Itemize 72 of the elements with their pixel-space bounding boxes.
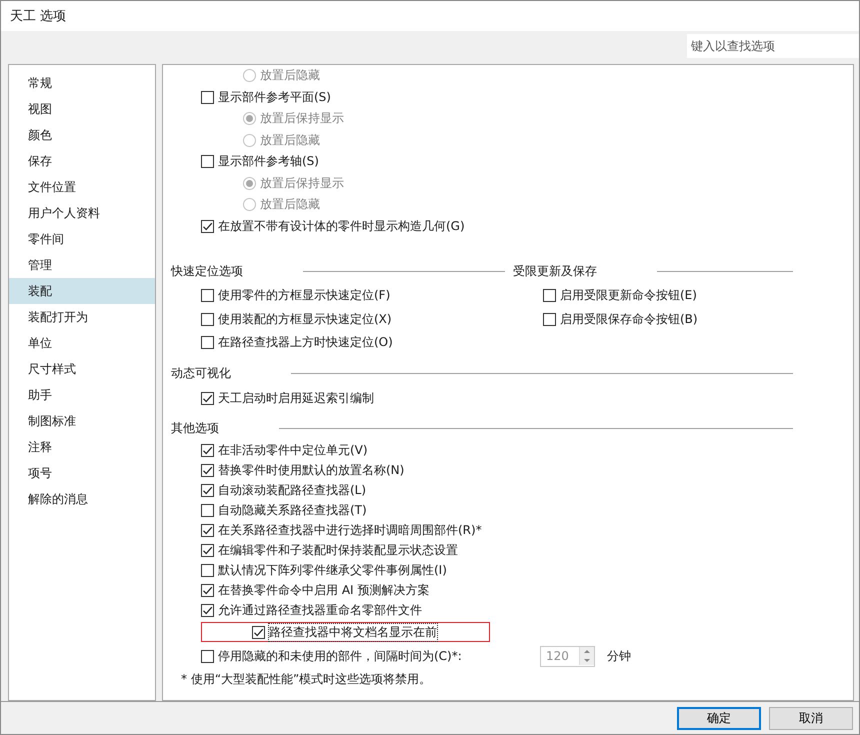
section-title: 动态可视化	[171, 365, 231, 382]
checkbox[interactable]	[543, 289, 556, 302]
sidebar-item[interactable]: 用户个人资料	[9, 200, 155, 226]
checkbox[interactable]	[201, 392, 214, 405]
sidebar-item[interactable]: 项号	[9, 460, 155, 486]
section-title: 受限更新及保存	[513, 262, 597, 280]
section-title: 其他选项	[171, 420, 219, 436]
checkbox[interactable]	[201, 220, 214, 233]
sidebar-item[interactable]: 装配	[9, 278, 155, 304]
checkbox-label: 自动隐藏关系路径查找器(T)	[218, 502, 367, 518]
checkbox-label: 在非活动零件中定位单元(V)	[218, 442, 368, 458]
checkbox[interactable]	[201, 584, 214, 596]
checkbox[interactable]	[201, 289, 214, 302]
radio-label: 放置后保持显示	[260, 174, 344, 192]
checkbox-label: 使用零件的方框显示快速定位(F)	[218, 287, 390, 304]
sidebar-item[interactable]: 单位	[9, 330, 155, 356]
checkbox[interactable]	[201, 444, 214, 456]
checkbox[interactable]	[201, 650, 214, 662]
sidebar-item[interactable]: 常规	[9, 70, 155, 96]
dialog-button[interactable]: 取消	[769, 706, 853, 730]
radio-label: 放置后隐藏	[260, 132, 320, 149]
window-title: 天工 选项	[10, 8, 66, 25]
checkbox-label: 路径查找器中将文档名显示在前	[269, 624, 437, 640]
checkbox[interactable]	[543, 312, 556, 326]
checkbox-label: 在替换零件命令中启用 AI 预测解决方案	[218, 582, 430, 598]
checkbox[interactable]	[201, 504, 214, 516]
sidebar-item[interactable]: 尺寸样式	[9, 356, 155, 382]
checkbox[interactable]	[201, 604, 214, 616]
checkbox-label: 在放置不带有设计体的零件时显示构造几何(G)	[218, 218, 465, 235]
checkbox[interactable]	[201, 336, 214, 350]
sidebar-item[interactable]: 文件位置	[9, 174, 155, 200]
sidebar-item[interactable]: 颜色	[9, 122, 155, 148]
checkbox-label: 在路径查找器上方时快速定位(O)	[218, 334, 393, 352]
sidebar-item[interactable]: 制图标准	[9, 408, 155, 434]
checkbox-label: 在编辑零件和子装配时保持装配显示状态设置	[218, 542, 458, 558]
checkbox[interactable]	[201, 312, 214, 326]
sidebar-item[interactable]: 保存	[9, 148, 155, 174]
sidebar-item[interactable]: 助手	[9, 382, 155, 408]
checkbox-label: 默认情况下阵列零件继承父零件事例属性(I)	[218, 562, 447, 578]
checkbox-label: 允许通过路径查找器重命名零部件文件	[218, 602, 422, 618]
checkbox-label: 显示部件参考轴(S)	[218, 153, 319, 170]
sidebar-item[interactable]: 装配打开为	[9, 304, 155, 330]
checkbox[interactable]	[201, 464, 214, 476]
checkbox-label: 显示部件参考平面(S)	[218, 88, 331, 106]
dialog-button[interactable]: 确定	[677, 706, 761, 730]
checkbox-label: 自动滚动装配路径查找器(L)	[218, 482, 366, 498]
checkbox[interactable]	[252, 626, 265, 638]
checkbox[interactable]	[201, 524, 214, 536]
sidebar-item[interactable]: 管理	[9, 252, 155, 278]
checkbox[interactable]	[201, 564, 214, 576]
sidebar-item[interactable]: 注释	[9, 434, 155, 460]
checkbox-label: 启用受限保存命令按钮(B)	[560, 310, 698, 328]
unit-label: 分钟	[607, 648, 631, 664]
checkbox[interactable]	[201, 90, 214, 104]
checkbox[interactable]	[201, 484, 214, 496]
section-title: 快速定位选项	[171, 262, 243, 280]
radio-label: 放置后保持显示	[260, 110, 344, 128]
sidebar-item[interactable]: 零件间	[9, 226, 155, 252]
checkbox-label: 在关系路径查找器中进行选择时调暗周围部件(R)*	[218, 522, 482, 538]
checkbox[interactable]	[201, 155, 214, 168]
checkbox-label: 停用隐藏的和未使用的部件，间隔时间为(C)*:	[218, 648, 463, 664]
checkbox[interactable]	[201, 544, 214, 556]
checkbox-label: 天工启动时启用延迟索引编制	[218, 390, 374, 407]
radio-label: 放置后隐藏	[260, 196, 320, 214]
checkbox-label: 启用受限更新命令按钮(E)	[560, 287, 697, 304]
radio-label: 放置后隐藏	[260, 67, 320, 84]
footnote: * 使用“大型装配性能”模式时这些选项将禁用。	[181, 671, 432, 688]
search-field[interactable]: 键入以查找选项	[687, 34, 859, 58]
sidebar-item[interactable]: 视图	[9, 96, 155, 122]
checkbox-label: 使用装配的方框显示快速定位(X)	[218, 310, 392, 328]
checkbox-label: 替换零件时使用默认的放置名称(N)	[218, 462, 404, 478]
sidebar-item[interactable]: 解除的消息	[9, 486, 155, 512]
